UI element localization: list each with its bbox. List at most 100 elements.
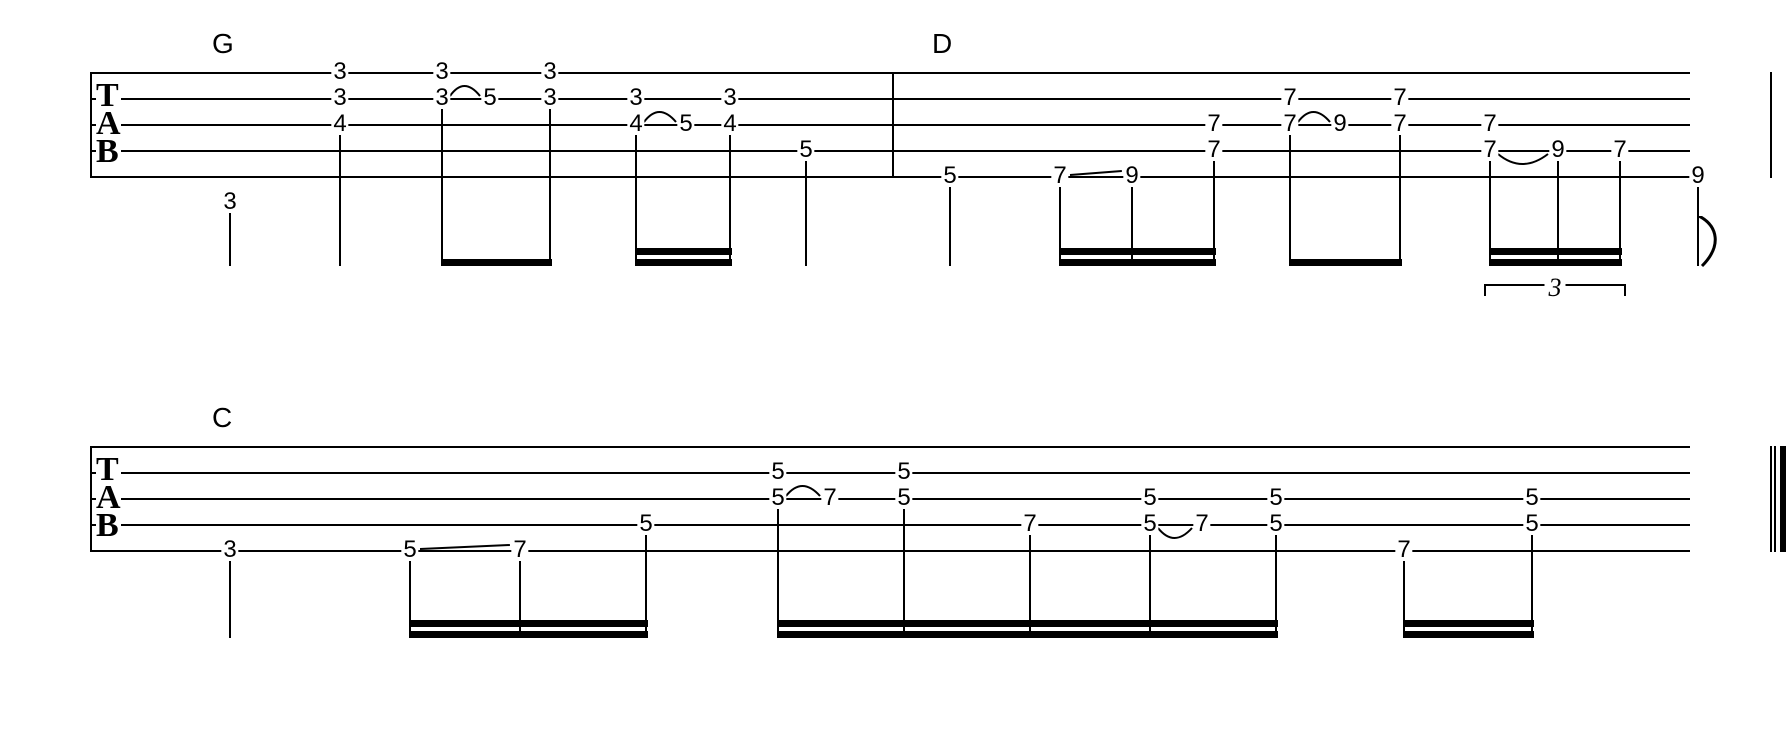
beam-secondary — [778, 620, 1278, 627]
beam — [1290, 259, 1402, 266]
fret-number: 5 — [1141, 513, 1158, 535]
staff-line — [90, 550, 1690, 552]
fret-number: 4 — [331, 113, 348, 135]
beam-secondary — [410, 620, 648, 627]
end-barline — [1780, 446, 1786, 552]
beam — [442, 259, 552, 266]
fret-number: 5 — [895, 461, 912, 483]
eighth-flag-icon — [1698, 216, 1738, 276]
note-stem — [635, 134, 637, 266]
tab-page: TABTABG333433533345345D579777797777979C3… — [0, 0, 1792, 756]
beam-secondary — [1490, 248, 1622, 255]
fret-number: 9 — [1549, 139, 1566, 161]
staff-line — [90, 524, 1690, 526]
fret-number: 9 — [1123, 165, 1140, 187]
fret-number: 7 — [1391, 87, 1408, 109]
fret-number: 7 — [821, 487, 838, 509]
fret-number: 5 — [637, 513, 654, 535]
barline — [892, 72, 894, 178]
staff-line — [90, 124, 1690, 126]
fret-number: 4 — [721, 113, 738, 135]
fret-number: 3 — [721, 87, 738, 109]
fret-number: 7 — [1021, 513, 1038, 535]
note-stem — [805, 160, 807, 266]
staff-line — [90, 176, 1690, 178]
fret-number: 5 — [1523, 487, 1540, 509]
fret-number: 3 — [541, 87, 558, 109]
note-stem — [1399, 134, 1401, 266]
fret-number: 9 — [1331, 113, 1348, 135]
note-stem — [903, 508, 905, 638]
fret-number: 7 — [1281, 113, 1298, 135]
staff-line — [90, 472, 1690, 474]
fret-number: 3 — [433, 87, 450, 109]
note-stem — [229, 560, 231, 638]
chord-label: G — [212, 28, 234, 60]
beam-secondary — [1404, 620, 1534, 627]
beam — [1404, 631, 1534, 638]
fret-number: 5 — [895, 487, 912, 509]
fret-number: 7 — [1205, 113, 1222, 135]
fret-number: 3 — [433, 61, 450, 83]
fret-number: 7 — [1395, 539, 1412, 561]
fret-number: 7 — [1481, 113, 1498, 135]
beam — [778, 631, 1278, 638]
fret-number: 5 — [941, 165, 958, 187]
fret-number: 5 — [797, 139, 814, 161]
fret-number: 5 — [1523, 513, 1540, 535]
note-stem — [339, 134, 341, 266]
tuplet-number: 3 — [1545, 273, 1566, 303]
tie-arc-icon — [448, 76, 484, 100]
fret-number: 5 — [401, 539, 418, 561]
fret-number: 3 — [331, 87, 348, 109]
staff-line — [90, 498, 1690, 500]
fret-number: 5 — [1141, 487, 1158, 509]
note-stem — [1289, 134, 1291, 266]
note-stem — [441, 108, 443, 266]
fret-number: 5 — [769, 461, 786, 483]
note-stem — [777, 508, 779, 638]
tie-arc-icon — [784, 476, 824, 500]
note-stem — [229, 212, 231, 266]
note-stem — [729, 134, 731, 266]
beam-secondary — [636, 248, 732, 255]
fret-number: 7 — [1205, 139, 1222, 161]
barline — [1774, 446, 1776, 552]
fret-number: 7 — [1193, 513, 1210, 535]
tie-arc-icon — [642, 102, 680, 126]
tie-arc-icon — [1296, 102, 1334, 126]
fret-number: 3 — [627, 87, 644, 109]
fret-number: 5 — [481, 87, 498, 109]
tab-clef: TAB — [96, 82, 121, 166]
barline — [90, 446, 92, 552]
tab-clef: TAB — [96, 456, 121, 540]
note-stem — [949, 186, 951, 266]
staff-line — [90, 72, 1690, 74]
fret-number: 5 — [677, 113, 694, 135]
fret-number: 3 — [541, 61, 558, 83]
fret-number: 5 — [1267, 513, 1284, 535]
tie-arc-icon — [1496, 152, 1552, 176]
fret-number: 7 — [1281, 87, 1298, 109]
barline — [1770, 446, 1772, 552]
beam — [1490, 259, 1622, 266]
fret-number: 7 — [1611, 139, 1628, 161]
tie-arc-icon — [1156, 526, 1196, 550]
fret-number: 7 — [1481, 139, 1498, 161]
fret-number: 5 — [769, 487, 786, 509]
fret-number: 7 — [1051, 165, 1068, 187]
fret-number: 7 — [511, 539, 528, 561]
fret-number: 3 — [331, 61, 348, 83]
note-stem — [1697, 186, 1699, 266]
beam — [1060, 259, 1216, 266]
beam — [636, 259, 732, 266]
beam-secondary — [1060, 248, 1216, 255]
note-stem — [549, 108, 551, 266]
staff-line — [90, 150, 1690, 152]
fret-number: 3 — [221, 191, 238, 213]
fret-number: 3 — [221, 539, 238, 561]
chord-label: D — [932, 28, 952, 60]
fret-number: 4 — [627, 113, 644, 135]
barline — [1770, 72, 1772, 178]
beam — [410, 631, 648, 638]
